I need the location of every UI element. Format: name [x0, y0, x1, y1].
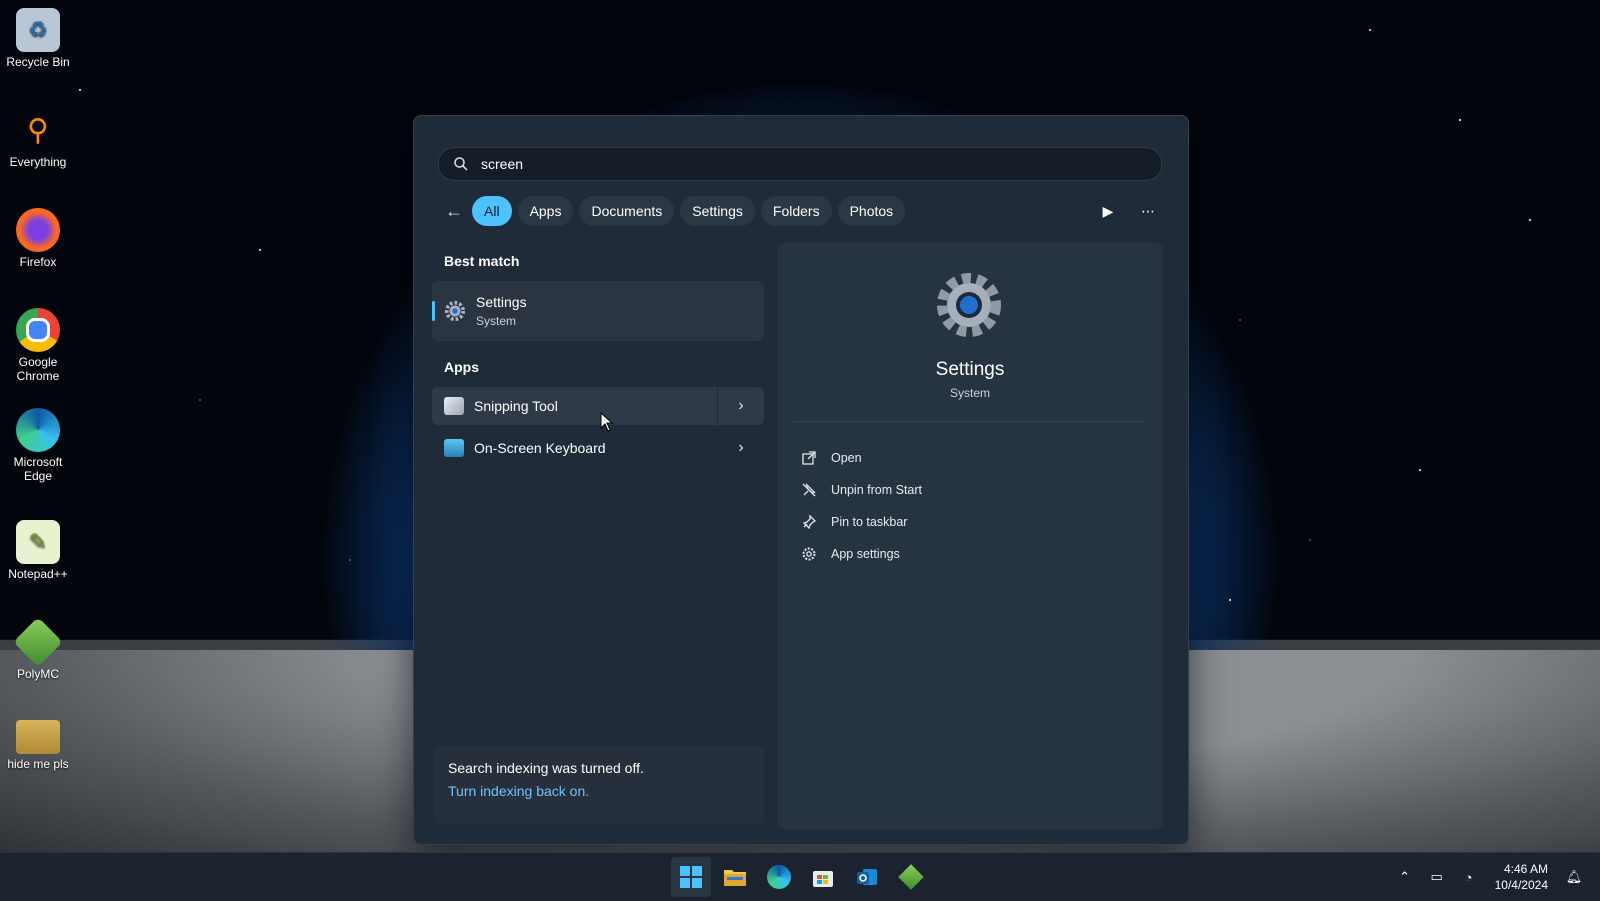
desktop-icon-label: hide me pls: [7, 757, 69, 771]
action-label: Unpin from Start: [831, 483, 923, 497]
folder-icon: [16, 720, 60, 754]
preview-sub: System: [949, 386, 990, 400]
filter-folders[interactable]: Folders: [760, 196, 832, 226]
action-pin-to-taskbar[interactable]: Pin to taskbar: [801, 506, 922, 538]
desktop-icon-label: Google Chrome: [16, 355, 60, 383]
recycle-bin-icon: ♻: [16, 8, 60, 52]
chrome-icon: [16, 308, 60, 352]
selection-accent: [432, 301, 435, 321]
mouse-cursor-icon: [600, 412, 614, 432]
polymc-icon: [898, 864, 924, 890]
clock-time: 4:46 AM: [1503, 862, 1548, 876]
indexing-message: Search indexing was turned off.: [448, 760, 644, 776]
desktop-icon-label: Everything: [9, 155, 67, 169]
desktop-icon-polymc[interactable]: PolyMC: [0, 617, 76, 681]
best-match-result[interactable]: Settings System: [432, 281, 764, 341]
desktop-icon-label: Microsoft Edge: [13, 455, 63, 483]
taskbar-apps: [669, 857, 933, 897]
preview-actions: Open Unpin from Start Pin to taskbar App…: [801, 442, 922, 570]
taskbar-file-explorer[interactable]: [715, 857, 755, 897]
search-box[interactable]: [438, 147, 1162, 181]
best-match-heading: Best match: [444, 253, 520, 269]
search-icon: [454, 157, 468, 171]
filter-photos[interactable]: Photos: [837, 196, 906, 226]
search-input[interactable]: [479, 155, 1161, 173]
indexing-notice: Search indexing was turned off. Turn ind…: [434, 746, 764, 824]
taskbar-outlook[interactable]: [847, 857, 887, 897]
settings-gear-icon: [937, 273, 1001, 337]
outlook-icon: [857, 869, 877, 885]
settings-gear-icon: [444, 300, 466, 322]
app-result-snipping-tool[interactable]: Snipping Tool ›: [432, 387, 764, 425]
taskbar-store[interactable]: [803, 857, 843, 897]
edge-icon: [767, 865, 791, 889]
desktop-icon-label: Firefox: [19, 255, 57, 269]
filter-bar: ← All Apps Documents Settings Folders Ph…: [438, 194, 1168, 228]
polymc-icon: [13, 617, 63, 667]
action-label: Open: [831, 451, 862, 465]
taskbar: ⌃ ▭ ◔ 4:46 AM 10/4/2024 🔔︎: [0, 852, 1600, 901]
pin-icon: [802, 514, 817, 530]
back-arrow-icon[interactable]: ←: [438, 195, 470, 227]
filter-all[interactable]: All: [472, 196, 512, 226]
display-icon[interactable]: ▭: [1423, 863, 1451, 891]
everything-icon: ⚲: [27, 113, 49, 147]
system-tray: ⌃ ▭ ◔ 4:46 AM 10/4/2024 🔔︎: [1389, 853, 1600, 901]
filter-settings[interactable]: Settings: [680, 196, 755, 226]
store-icon: [813, 871, 833, 887]
desktop-icon-notepadpp[interactable]: ✎ Notepad++: [0, 520, 76, 581]
clock-date: 10/4/2024: [1494, 878, 1548, 892]
results-column: Best match Settings System Apps Snipping…: [432, 246, 764, 471]
unpin-icon: [802, 483, 816, 497]
action-label: Pin to taskbar: [831, 515, 908, 529]
desktop-icon-hide-me-pls[interactable]: hide me pls: [0, 720, 76, 771]
play-icon[interactable]: ▶: [1088, 196, 1128, 226]
chevron-right-icon[interactable]: ›: [718, 429, 764, 467]
apps-heading: Apps: [444, 359, 479, 375]
result-preview-pane: Settings System Open Unpin from Start Pi…: [777, 243, 1163, 829]
best-match-sub: System: [476, 314, 517, 328]
taskbar-polymc[interactable]: [891, 857, 931, 897]
notepadpp-icon: ✎: [16, 520, 60, 564]
bell-icon[interactable]: 🔔︎: [1560, 863, 1588, 891]
filter-documents[interactable]: Documents: [579, 196, 675, 226]
app-result-label: Snipping Tool: [474, 398, 558, 414]
start-search-panel: ← All Apps Documents Settings Folders Ph…: [413, 115, 1189, 845]
preview-title: Settings: [935, 359, 1005, 380]
action-open[interactable]: Open: [801, 442, 922, 474]
network-icon[interactable]: ◔: [1455, 863, 1483, 891]
chevron-right-icon[interactable]: ›: [717, 387, 764, 425]
more-options-icon[interactable]: ⋯: [1128, 196, 1168, 226]
preview-divider: [793, 421, 1147, 422]
windows-logo-icon: [680, 866, 702, 888]
action-label: App settings: [831, 547, 900, 561]
start-button[interactable]: [671, 857, 711, 897]
action-app-settings[interactable]: App settings: [801, 538, 922, 570]
action-unpin-from-start[interactable]: Unpin from Start: [801, 474, 922, 506]
filter-apps[interactable]: Apps: [517, 196, 574, 226]
gear-icon: [802, 547, 816, 561]
clock[interactable]: 4:46 AM 10/4/2024: [1495, 861, 1548, 893]
best-match-name: Settings: [476, 294, 527, 310]
folder-icon: [724, 870, 746, 886]
edge-icon: [16, 408, 60, 452]
keyboard-icon: [444, 439, 464, 457]
desktop-icon-chrome[interactable]: Google Chrome: [0, 308, 76, 383]
app-result-label: On-Screen Keyboard: [474, 440, 606, 456]
snipping-tool-icon: [444, 397, 464, 415]
desktop-icon-label: Recycle Bin: [6, 55, 70, 69]
desktop-icon-recycle-bin[interactable]: ♻ Recycle Bin: [0, 8, 76, 69]
firefox-icon: [16, 208, 60, 252]
desktop-icon-label: PolyMC: [16, 667, 59, 681]
desktop-icon-everything[interactable]: ⚲ Everything: [0, 108, 76, 170]
chevron-up-icon[interactable]: ⌃: [1391, 863, 1419, 891]
app-result-on-screen-keyboard[interactable]: On-Screen Keyboard ›: [432, 429, 764, 467]
desktop-icon-label: Notepad++: [8, 567, 68, 581]
turn-indexing-on-link[interactable]: Turn indexing back on.: [448, 783, 589, 799]
desktop-icon-edge[interactable]: Microsoft Edge: [0, 408, 76, 483]
open-external-icon: [802, 451, 816, 465]
taskbar-edge[interactable]: [759, 857, 799, 897]
desktop-icon-firefox[interactable]: Firefox: [0, 208, 76, 269]
